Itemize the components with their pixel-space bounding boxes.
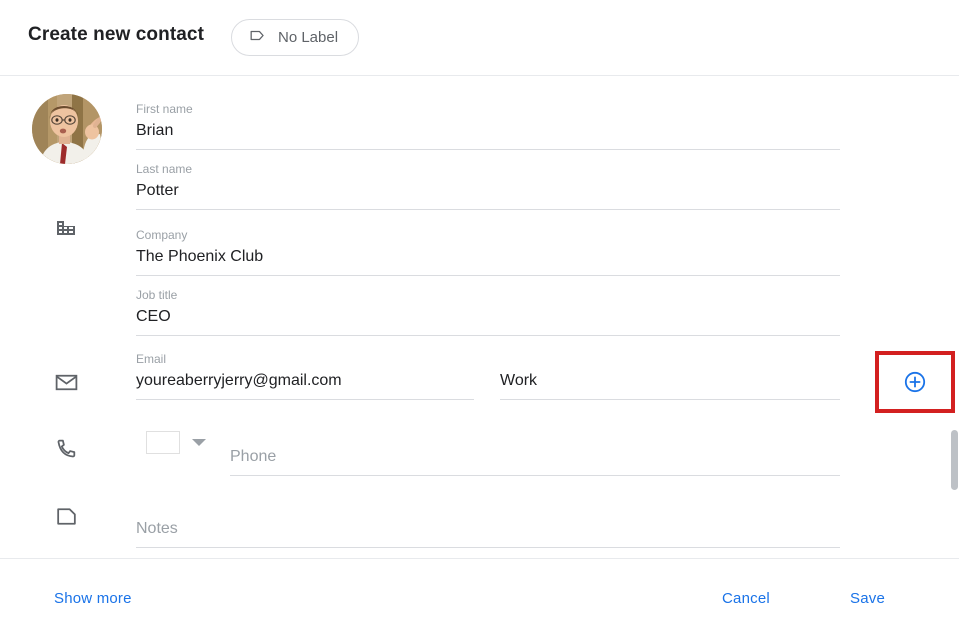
label-chip-button[interactable]: No Label	[231, 19, 360, 56]
contact-form-scroll-area: First name Brian Last name Potter Compan…	[0, 76, 959, 632]
email-label: Email	[136, 352, 167, 366]
first-name-field[interactable]: First name Brian	[136, 102, 840, 150]
chevron-down-icon[interactable]	[192, 439, 206, 446]
job-title-label: Job title	[136, 288, 178, 302]
company-label: Company	[136, 228, 188, 242]
company-input[interactable]: The Phoenix Club	[136, 246, 263, 268]
last-name-input[interactable]: Potter	[136, 180, 179, 202]
email-type-input[interactable]: Work	[500, 370, 537, 392]
last-name-label: Last name	[136, 162, 193, 176]
first-name-label: First name	[136, 102, 193, 116]
email-input[interactable]: youreaberryjerry@gmail.com	[136, 370, 342, 392]
label-chip-label: No Label	[278, 29, 339, 46]
page-title: Create new contact	[28, 24, 205, 45]
building-icon	[54, 216, 80, 242]
cancel-button[interactable]: Cancel	[722, 590, 770, 607]
note-icon	[54, 504, 80, 530]
country-code-select[interactable]	[146, 431, 206, 454]
job-title-field[interactable]: Job title CEO	[136, 288, 840, 336]
notes-input[interactable]: Notes	[136, 518, 178, 540]
save-button[interactable]: Save	[850, 590, 885, 607]
phone-field[interactable]: Phone	[230, 428, 840, 476]
scrollbar-thumb[interactable]	[951, 430, 958, 490]
contact-photo-icon	[32, 94, 102, 164]
dialog-footer: Show more Cancel Save	[0, 558, 959, 632]
plus-circle-icon[interactable]	[903, 370, 927, 394]
first-name-input[interactable]: Brian	[136, 120, 173, 142]
dialog-header: Create new contact No Label	[0, 0, 959, 76]
show-more-button[interactable]: Show more	[54, 590, 132, 607]
avatar[interactable]	[32, 94, 102, 164]
email-type-field[interactable]: Work	[500, 352, 840, 400]
phone-input[interactable]: Phone	[230, 446, 276, 468]
last-name-field[interactable]: Last name Potter	[136, 162, 840, 210]
email-field[interactable]: Email youreaberryjerry@gmail.com	[136, 352, 474, 400]
ukraine-flag-icon	[146, 431, 180, 454]
tag-icon	[248, 26, 267, 50]
add-email-highlight	[875, 351, 955, 413]
notes-field[interactable]: Notes	[136, 500, 840, 548]
job-title-input[interactable]: CEO	[136, 306, 171, 328]
create-contact-dialog: Create new contact No Label First name B…	[0, 0, 959, 632]
phone-icon	[54, 437, 80, 463]
company-field[interactable]: Company The Phoenix Club	[136, 228, 840, 276]
envelope-icon	[54, 370, 80, 396]
